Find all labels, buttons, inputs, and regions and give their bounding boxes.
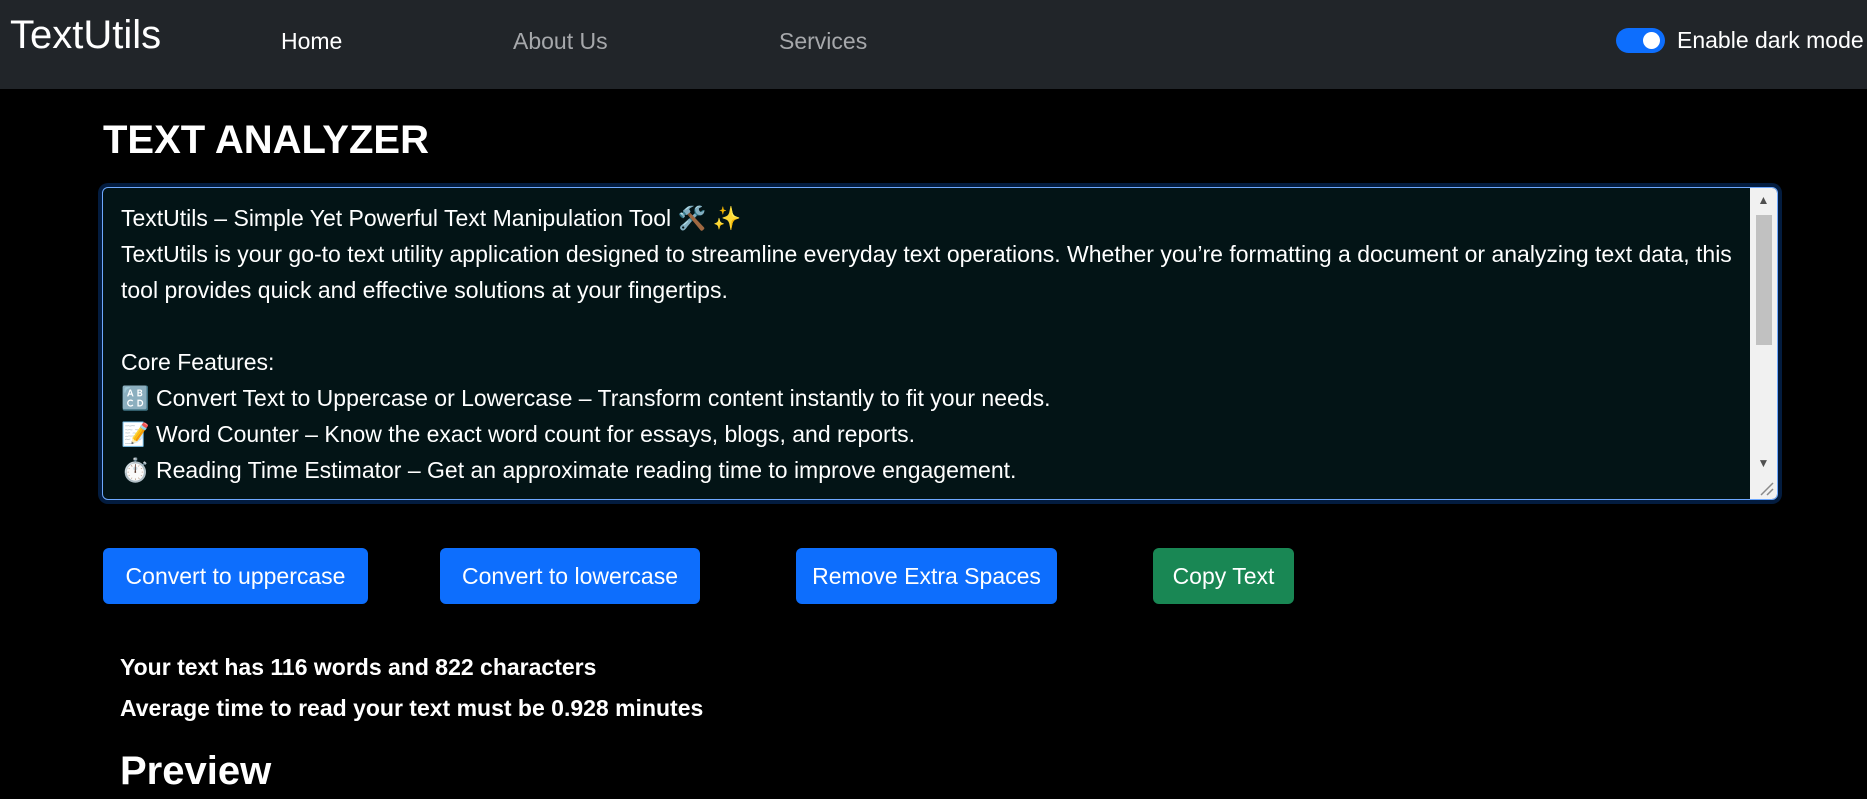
convert-uppercase-button[interactable]: Convert to uppercase [103,548,368,604]
dark-mode-toggle[interactable] [1616,27,1665,53]
text-summary-counts: Your text has 116 words and 822 characte… [120,654,597,680]
text-input-area[interactable]: TextUtils – Simple Yet Powerful Text Man… [102,187,1778,500]
preview-heading: Preview [120,749,272,793]
scroll-thumb[interactable] [1756,215,1772,345]
navbar: TextUtils Home About Us Services Enable … [0,0,1867,89]
nav-link-home[interactable]: Home [281,26,342,56]
textarea-scrollbar[interactable]: ▲ ▼ [1750,188,1777,499]
toggle-knob [1643,31,1660,49]
page-title: TEXT ANALYZER [103,118,429,162]
scroll-down-arrow-icon[interactable]: ▼ [1750,451,1777,475]
scroll-up-arrow-icon[interactable]: ▲ [1750,188,1777,212]
resize-grip-icon[interactable] [1757,479,1775,497]
nav-link-services[interactable]: Services [779,26,867,56]
dark-mode-control: Enable dark mode [1616,25,1864,55]
text-input-content[interactable]: TextUtils – Simple Yet Powerful Text Man… [121,200,1741,488]
text-summary-reading-time: Average time to read your text must be 0… [120,695,704,721]
nav-link-about-us[interactable]: About Us [513,26,608,56]
copy-text-button[interactable]: Copy Text [1153,548,1294,604]
brand-logo[interactable]: TextUtils [10,10,161,60]
convert-lowercase-button[interactable]: Convert to lowercase [440,548,700,604]
dark-mode-label[interactable]: Enable dark mode [1677,27,1864,54]
remove-extra-spaces-button[interactable]: Remove Extra Spaces [796,548,1057,604]
